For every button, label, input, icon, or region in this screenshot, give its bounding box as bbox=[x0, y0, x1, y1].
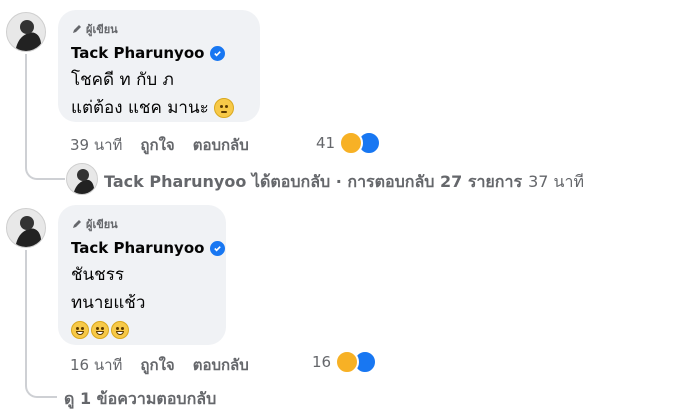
comment-time[interactable]: 16 นาที bbox=[70, 353, 122, 377]
like-button[interactable]: ถูกใจ bbox=[140, 133, 174, 157]
comment-author[interactable]: Tack Pharunyoo bbox=[71, 239, 226, 257]
comment-line: โชคดี ท กับ ภ bbox=[71, 70, 174, 90]
reaction-count: 16 bbox=[312, 353, 332, 371]
comment-actions: 39 นาที ถูกใจ ตอบกลับ bbox=[70, 133, 267, 157]
thread-connector bbox=[25, 250, 57, 398]
reaction-count: 41 bbox=[316, 134, 336, 152]
grin-emoji-icon bbox=[111, 321, 129, 339]
reply-summary-time: 37 นาที bbox=[528, 172, 584, 191]
author-badge-label: ผู้เขียน bbox=[86, 218, 118, 231]
reply-button[interactable]: ตอบกลับ bbox=[193, 133, 249, 157]
pencil-icon bbox=[73, 220, 81, 228]
comment-line-2: ทนายแช้ว bbox=[71, 293, 146, 313]
comment-text: ชันชรร ทนายแช้ว bbox=[71, 261, 145, 343]
pencil-icon bbox=[73, 25, 81, 33]
author-badge-label: ผู้เขียน bbox=[86, 23, 118, 36]
avatar[interactable] bbox=[6, 12, 46, 52]
haha-reaction-icon bbox=[335, 350, 360, 374]
emoji-row bbox=[71, 317, 145, 343]
reply-summary[interactable]: Tack Pharunyoo ได้ตอบกลับ · การตอบกลับ 2… bbox=[104, 170, 584, 195]
view-replies-link[interactable]: ดู 1 ข้อความตอบกลับ bbox=[64, 387, 216, 412]
comment-actions: 16 นาที ถูกใจ ตอบกลับ bbox=[70, 353, 267, 377]
sad-emoji-icon bbox=[214, 98, 235, 118]
reply-button[interactable]: ตอบกลับ bbox=[193, 353, 249, 377]
verified-icon bbox=[210, 240, 226, 256]
author-badge: ผู้เขียน bbox=[72, 215, 118, 233]
comment-text: โชคดี ท กับ ภ แต่ต้อง แชค มานะ bbox=[71, 66, 235, 122]
reaction-summary[interactable]: 16 bbox=[312, 350, 378, 374]
comment-author[interactable]: Tack Pharunyoo bbox=[71, 44, 226, 62]
verified-icon bbox=[210, 45, 226, 61]
reply-avatar[interactable] bbox=[66, 163, 98, 195]
author-name[interactable]: Tack Pharunyoo bbox=[71, 239, 204, 257]
author-name[interactable]: Tack Pharunyoo bbox=[71, 44, 204, 62]
comment-line-2: แต่ต้อง แชค มานะ bbox=[71, 94, 235, 122]
grin-emoji-icon bbox=[91, 321, 109, 339]
reaction-summary[interactable]: 41 bbox=[316, 131, 382, 155]
comment-line: ชันชรร bbox=[71, 265, 124, 285]
reply-summary-text[interactable]: Tack Pharunyoo ได้ตอบกลับ · การตอบกลับ 2… bbox=[104, 170, 522, 195]
comment-time[interactable]: 39 นาที bbox=[70, 133, 122, 157]
haha-reaction-icon bbox=[339, 131, 364, 155]
thread-connector bbox=[25, 54, 65, 180]
view-replies-text[interactable]: ดู 1 ข้อความตอบกลับ bbox=[64, 387, 216, 412]
grin-emoji-icon bbox=[71, 321, 89, 339]
avatar[interactable] bbox=[6, 208, 46, 248]
author-badge: ผู้เขียน bbox=[72, 20, 118, 38]
like-button[interactable]: ถูกใจ bbox=[140, 353, 174, 377]
